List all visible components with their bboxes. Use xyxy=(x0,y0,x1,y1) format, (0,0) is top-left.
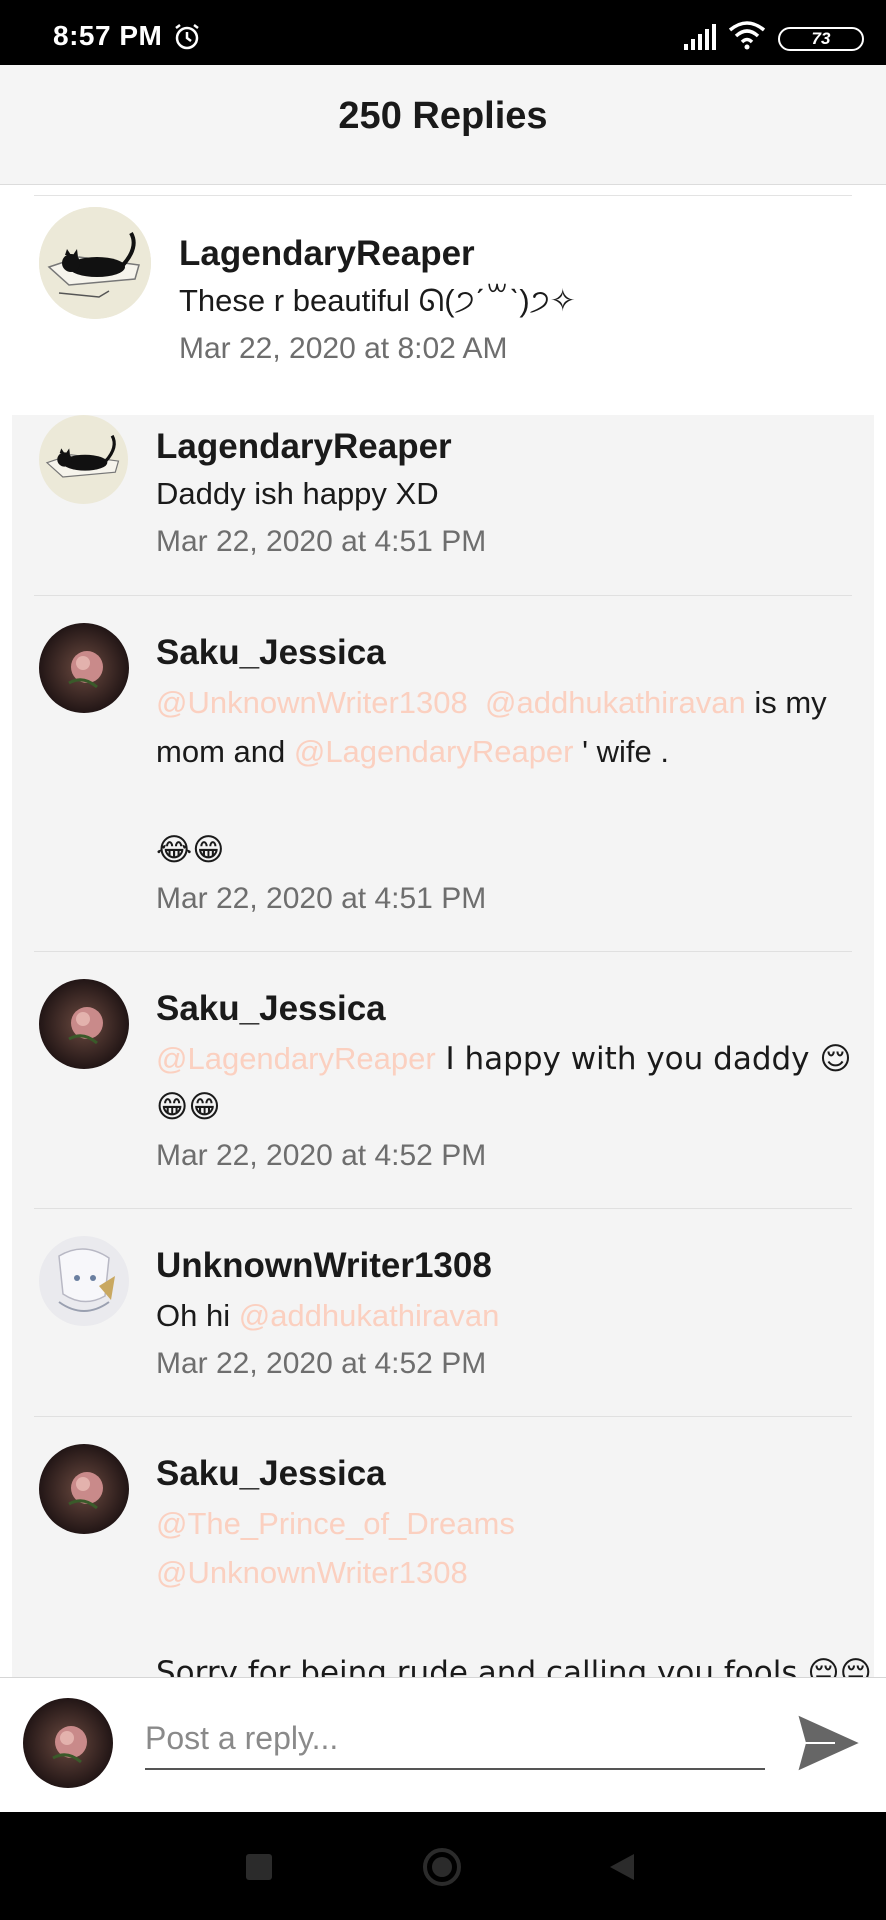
reply-author[interactable]: Saku_Jessica xyxy=(156,633,386,673)
mention-link[interactable]: @UnknownWriter1308 xyxy=(156,1548,468,1597)
reply-text: Daddy ish happy XD xyxy=(156,476,439,511)
battery-indicator: 73 xyxy=(778,27,864,51)
alarm-icon xyxy=(175,24,199,50)
send-icon[interactable] xyxy=(795,1712,863,1774)
replies-feed[interactable]: LagendaryReaper These r beautiful ᘏ(੭ˊ꒳ˋ… xyxy=(0,185,886,1677)
reply-text-segment: ' wife . xyxy=(573,734,669,769)
avatar[interactable] xyxy=(39,1444,129,1534)
home-button[interactable] xyxy=(422,1847,462,1887)
reply-text-segment: is my xyxy=(745,685,827,720)
divider xyxy=(34,1208,852,1209)
recents-button[interactable] xyxy=(246,1854,272,1880)
mention-link[interactable]: @addhukathiravan xyxy=(239,1298,500,1333)
comment-timestamp: Mar 22, 2020 at 8:02 AM xyxy=(179,332,508,365)
divider xyxy=(34,951,852,952)
avatar[interactable] xyxy=(39,207,151,319)
replies-panel: LagendaryReaper Daddy ish happy XD Mar 2… xyxy=(12,415,874,1677)
avatar[interactable] xyxy=(39,623,129,713)
reply-emojis: 😁😁 xyxy=(156,1089,221,1125)
mention-link[interactable]: @UnknownWriter1308 xyxy=(156,685,468,720)
status-bar: 8:57 PM 73 xyxy=(0,0,886,65)
reply-timestamp: Mar 22, 2020 at 4:52 PM xyxy=(156,1347,487,1380)
reply-author[interactable]: Saku_Jessica xyxy=(156,989,386,1029)
reply-author[interactable]: UnknownWriter1308 xyxy=(156,1246,492,1286)
mention-link[interactable]: @LagendaryReaper xyxy=(156,1041,436,1076)
reply-text-segment: I happy with you daddy 😌 xyxy=(435,1041,852,1077)
mention-link[interactable]: @addhukathiravan xyxy=(485,685,746,720)
page-title: 250 Replies xyxy=(338,95,548,137)
signal-icon xyxy=(684,24,716,50)
avatar[interactable] xyxy=(39,1236,129,1326)
navigation-bar xyxy=(0,1812,886,1920)
mention-link[interactable]: @LagendaryReaper xyxy=(294,734,574,769)
header: 250 Replies xyxy=(0,65,886,185)
comment-text: These r beautiful ᘏ(੭ˊ꒳ˋ)੭✧ xyxy=(179,283,576,318)
reply-text: @UnknownWriter1308 @addhukathiravan is m… xyxy=(156,678,827,727)
mention-link[interactable]: @The_Prince_of_Dreams xyxy=(156,1499,515,1548)
divider xyxy=(34,1416,852,1417)
user-avatar xyxy=(23,1698,113,1788)
reply-text: @LagendaryReaper I happy with you daddy … xyxy=(156,1034,852,1084)
reply-text-segment: Oh hi xyxy=(156,1298,239,1333)
reply-composer xyxy=(0,1677,886,1812)
reply-text-segment: mom and xyxy=(156,734,294,769)
reply-text: Oh hi @addhukathiravan xyxy=(156,1291,499,1340)
reply-timestamp: Mar 22, 2020 at 4:51 PM xyxy=(156,525,487,558)
comment-author[interactable]: LagendaryReaper xyxy=(179,234,475,274)
reply-text: mom and @LagendaryReaper ' wife . xyxy=(156,727,669,776)
reply-author[interactable]: LagendaryReaper xyxy=(156,427,452,467)
avatar[interactable] xyxy=(39,979,129,1069)
reply-emojis: 😂😁 xyxy=(156,832,225,868)
reply-timestamp: Mar 22, 2020 at 4:51 PM xyxy=(156,882,487,915)
reply-text: Sorry for being rude and calling you foo… xyxy=(156,1655,872,1677)
reply-author[interactable]: Saku_Jessica xyxy=(156,1454,386,1494)
parent-comment: LagendaryReaper These r beautiful ᘏ(੭ˊ꒳ˋ… xyxy=(0,196,886,415)
wifi-icon xyxy=(728,21,766,50)
reply-input[interactable] xyxy=(145,1708,765,1770)
divider xyxy=(34,595,852,596)
avatar[interactable] xyxy=(39,415,128,504)
reply-timestamp: Mar 22, 2020 at 4:52 PM xyxy=(156,1139,487,1172)
status-time: 8:57 PM xyxy=(53,20,163,51)
back-button[interactable] xyxy=(608,1852,636,1882)
